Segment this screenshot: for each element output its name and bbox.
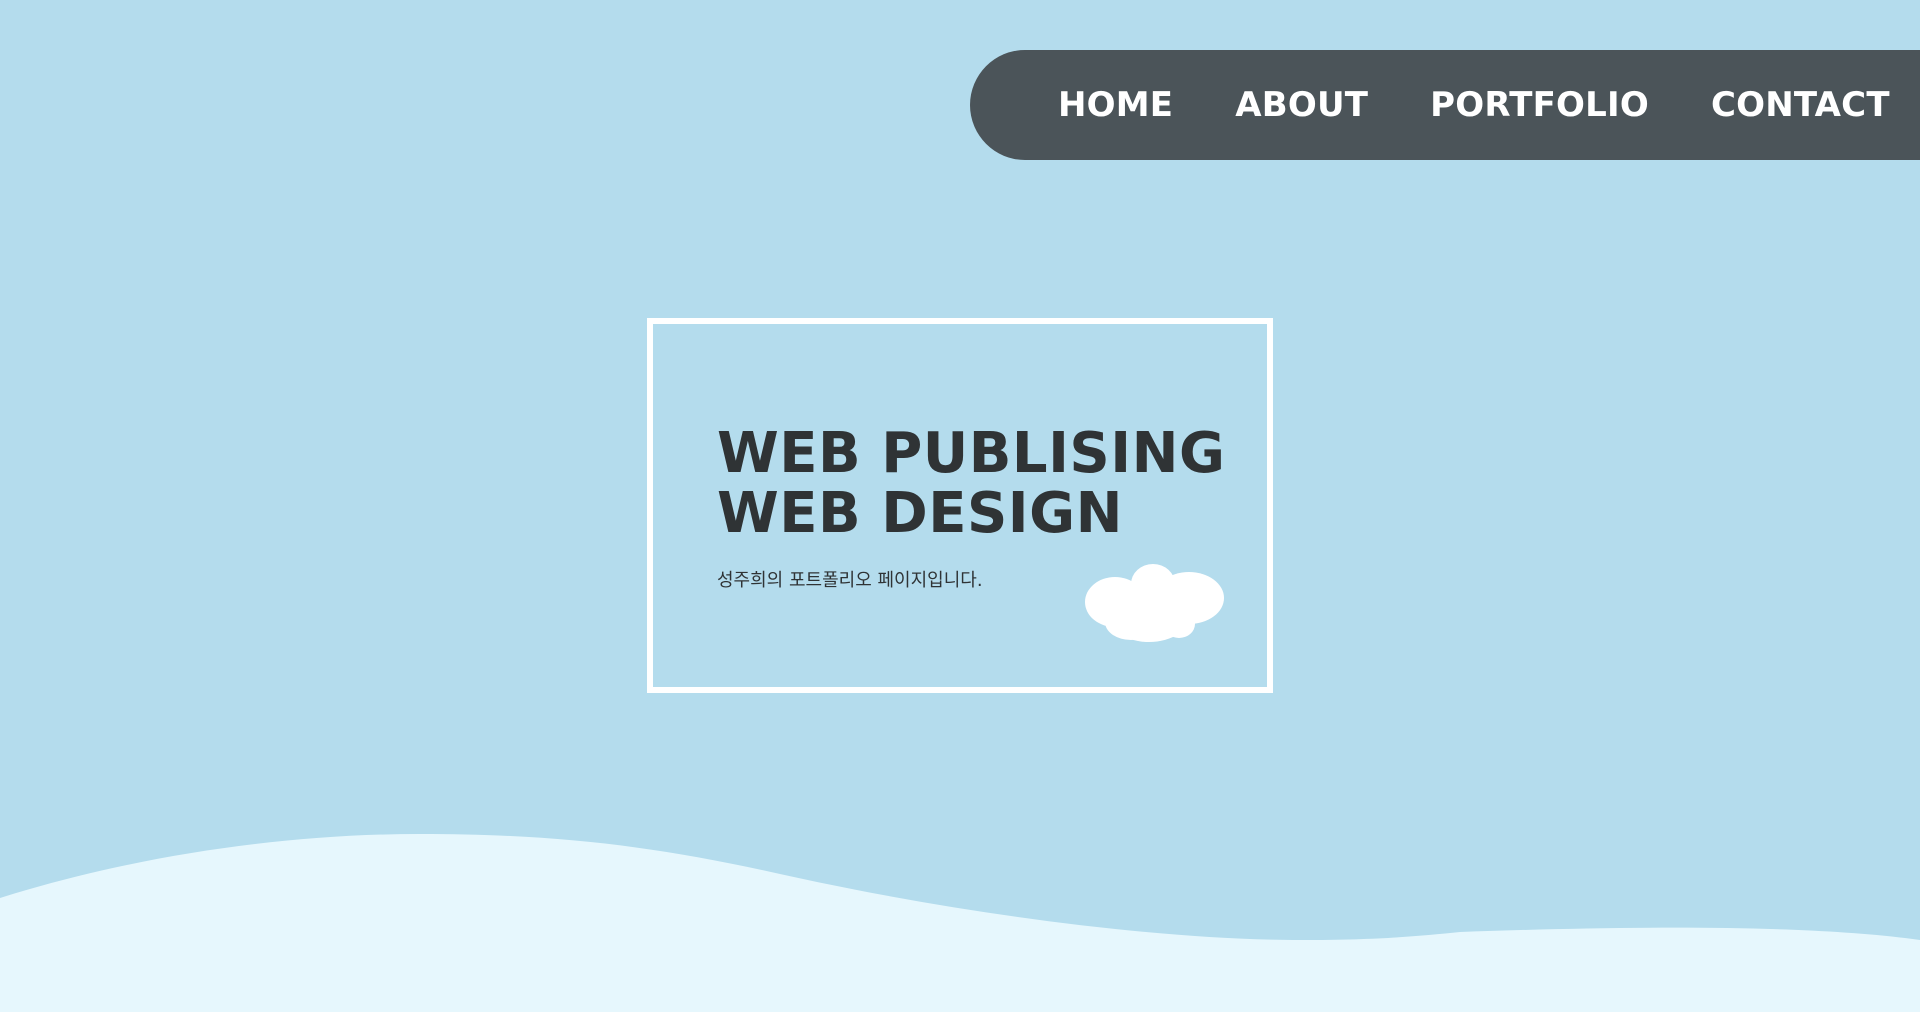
nav-item-about[interactable]: ABOUT — [1235, 85, 1368, 125]
page: HOME ABOUT PORTFOLIO CONTACT WEB PUBLISI… — [0, 0, 1920, 1012]
nav-item-contact[interactable]: CONTACT — [1711, 85, 1890, 125]
hero-title-line-1: WEB PUBLISING — [717, 421, 1226, 486]
bottom-wave — [0, 834, 1920, 1012]
hero-title: WEB PUBLISING WEB DESIGN — [717, 424, 1225, 544]
cloud-icon — [1085, 564, 1224, 642]
hero-subtitle: 성주희의 포트폴리오 페이지입니다. — [717, 570, 983, 591]
nav-item-portfolio[interactable]: PORTFOLIO — [1430, 85, 1649, 125]
nav-item-home[interactable]: HOME — [1058, 85, 1173, 125]
hero-box: WEB PUBLISING WEB DESIGN 성주희의 포트폴리오 페이지입… — [647, 318, 1273, 693]
hero-title-line-2: WEB DESIGN — [717, 481, 1123, 546]
main-nav: HOME ABOUT PORTFOLIO CONTACT — [970, 50, 1920, 160]
